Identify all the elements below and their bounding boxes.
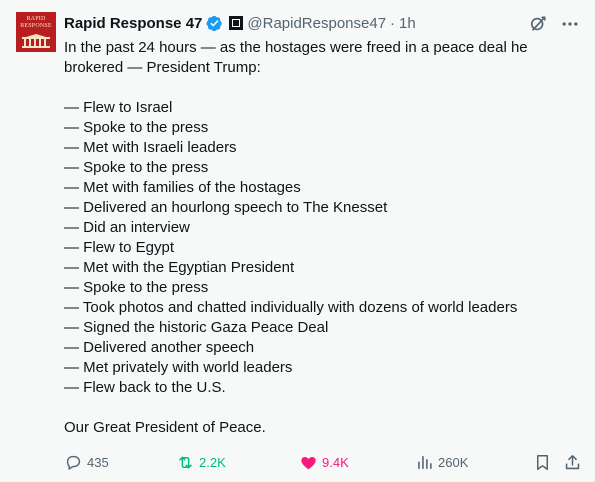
- list-item: — Did an interview: [64, 219, 190, 236]
- list-item: — Spoke to the press: [64, 159, 209, 176]
- tweet-closing: Our Great President of Peace.: [64, 419, 266, 436]
- repost-button[interactable]: 2.2K: [176, 451, 226, 473]
- building-icon: [22, 34, 50, 48]
- heart-icon: [301, 456, 316, 469]
- share-icon: [565, 454, 580, 469]
- tweet-card[interactable]: RAPID RESPONSE Rapid Response 47 @RapidR…: [0, 0, 595, 482]
- list-item: — Met with the Egyptian President: [64, 259, 295, 276]
- bookmark-button[interactable]: [533, 451, 552, 473]
- grok-icon[interactable]: [528, 14, 548, 34]
- avatar-text-line1: RAPID: [26, 16, 46, 22]
- list-item: — Signed the historic Gaza Peace Deal: [64, 319, 329, 336]
- list-item: — Met privately with world leaders: [64, 359, 293, 376]
- list-item: — Spoke to the press: [64, 279, 209, 296]
- post-time[interactable]: 1h: [399, 15, 416, 32]
- like-count: 9.4K: [322, 454, 349, 470]
- reply-count: 435: [87, 454, 109, 470]
- tweet-header: Rapid Response 47 @RapidResponse47 · 1h: [64, 13, 416, 33]
- like-button[interactable]: 9.4K: [299, 451, 349, 473]
- reply-button[interactable]: 435: [64, 451, 109, 473]
- list-item: — Took photos and chatted individually w…: [64, 299, 518, 316]
- list-item: — Met with Israeli leaders: [64, 139, 237, 156]
- list-item: — Spoke to the press: [64, 119, 209, 136]
- tweet-intro: In the past 24 hours — as the hostages w…: [64, 39, 528, 76]
- reply-icon: [66, 455, 81, 470]
- verified-badge-icon: [206, 15, 223, 31]
- government-affiliate-icon[interactable]: [229, 16, 244, 30]
- avatar[interactable]: RAPID RESPONSE: [16, 12, 56, 52]
- list-item: — Met with families of the hostages: [64, 179, 301, 196]
- avatar-text-line2: RESPONSE: [20, 23, 52, 29]
- list-item: — Delivered another speech: [64, 339, 255, 356]
- views-count: 260K: [438, 454, 469, 470]
- bookmark-icon: [536, 454, 549, 470]
- list-item: — Flew back to the U.S.: [64, 379, 226, 396]
- more-icon[interactable]: [560, 14, 580, 34]
- repost-icon: [179, 456, 192, 468]
- share-button[interactable]: [563, 451, 582, 473]
- author-display-name[interactable]: Rapid Response 47: [64, 15, 202, 32]
- top-actions: [528, 14, 580, 34]
- list-item: — Delivered an hourlong speech to The Kn…: [64, 199, 388, 216]
- list-item: — Flew to Egypt: [64, 239, 175, 256]
- views-icon: [418, 455, 432, 469]
- action-bar: 435 2.2K 9.4K 260K: [64, 451, 584, 473]
- repost-count: 2.2K: [199, 454, 226, 470]
- views-button[interactable]: 260K: [415, 451, 468, 473]
- list-item: — Flew to Israel: [64, 99, 173, 116]
- author-handle[interactable]: @RapidResponse47: [247, 15, 386, 32]
- separator-dot: ·: [390, 14, 396, 32]
- item-list: — Flew to Israel — Spoke to the press — …: [64, 98, 584, 398]
- tweet-body: In the past 24 hours — as the hostages w…: [64, 38, 584, 438]
